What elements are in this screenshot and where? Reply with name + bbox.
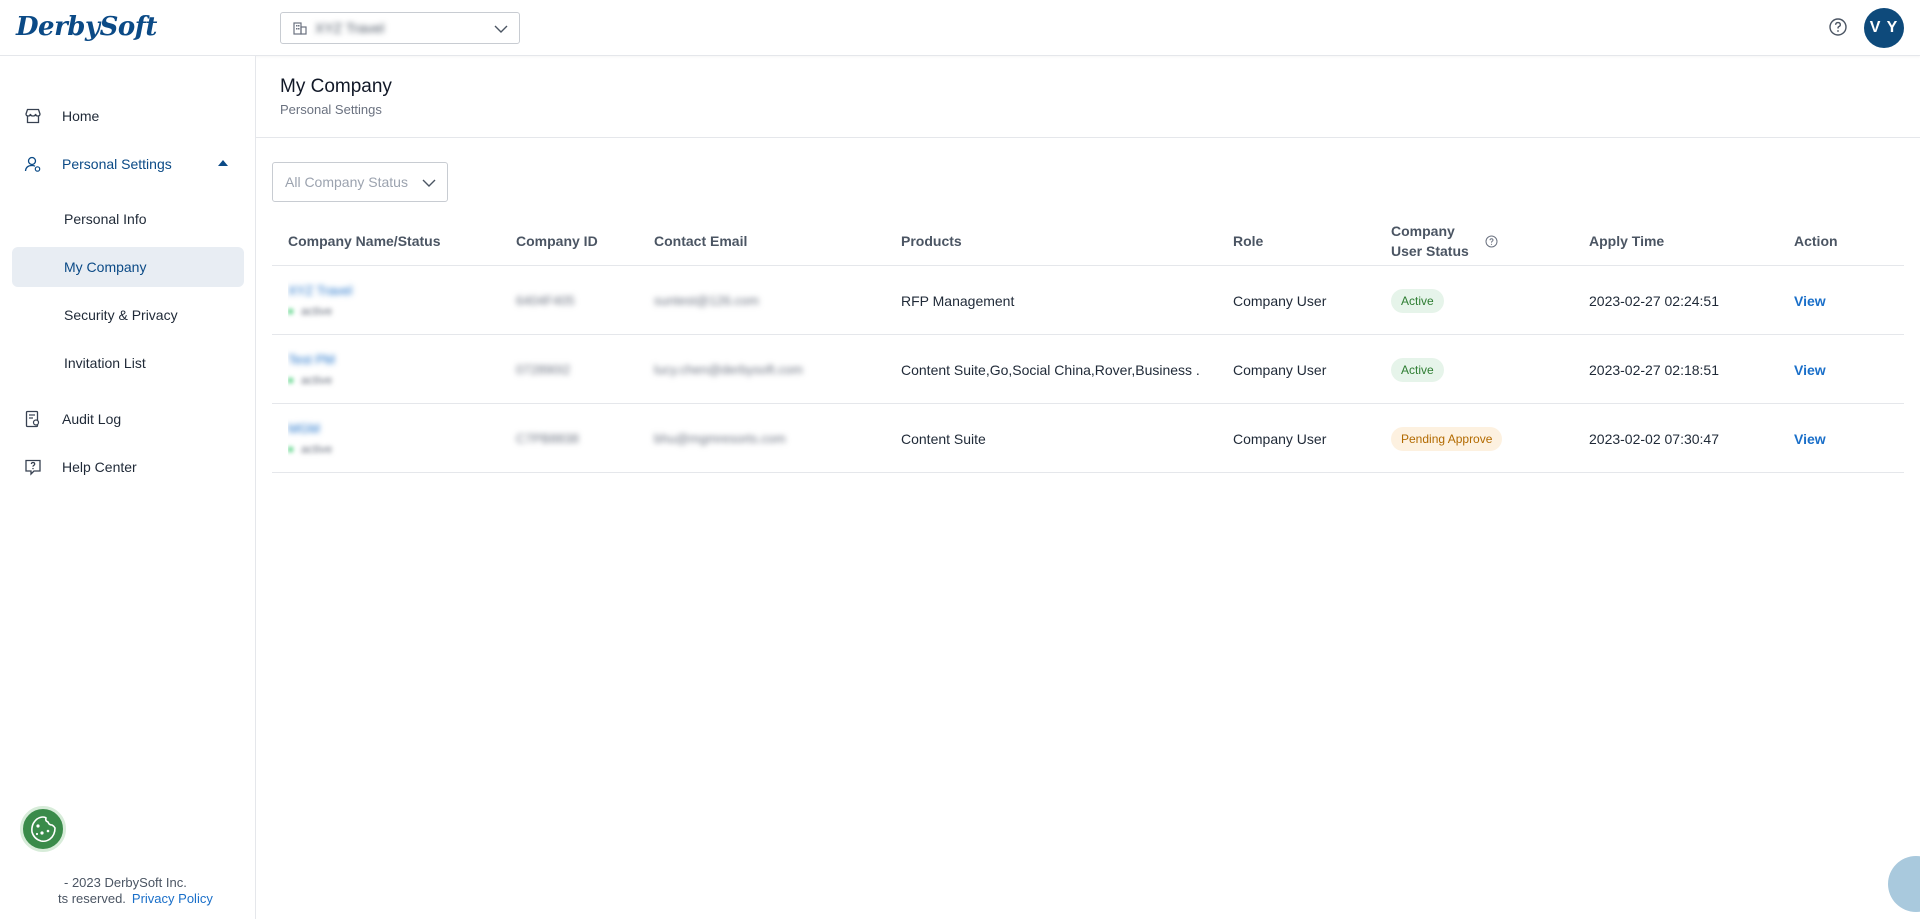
sidebar-item-personal-info[interactable]: Personal Info — [12, 199, 244, 239]
rights-text: ts reserved. — [58, 891, 126, 906]
contact-email: lucy.chen@derbysoft.com — [654, 362, 803, 377]
company-table: Company Name/Status Company ID Contact E… — [272, 216, 1904, 473]
sidebar-item-invitation-list[interactable]: Invitation List — [12, 343, 244, 383]
col-header-products: Products — [901, 233, 962, 249]
col-header-action: Action — [1794, 233, 1838, 249]
derbysoft-logo[interactable]: DerbySoft — [16, 12, 157, 42]
main-content: My Company Personal Settings All Company… — [256, 56, 1920, 919]
company-name-link[interactable]: MGM — [288, 421, 320, 436]
company-status-text: active — [301, 442, 333, 456]
sidebar-item-security-privacy[interactable]: Security & Privacy — [12, 295, 244, 335]
role: Company User — [1233, 430, 1327, 447]
role: Company User — [1233, 292, 1327, 309]
company-status-text: active — [301, 373, 333, 387]
company-id: 6404F405 — [516, 293, 575, 308]
company-status-text: active — [301, 304, 333, 318]
table-header: Company Name/Status Company ID Contact E… — [272, 216, 1904, 266]
user-status-header-text: Company User Status — [1391, 221, 1469, 261]
help-question-icon[interactable] — [1828, 17, 1848, 37]
view-link[interactable]: View — [1794, 431, 1826, 447]
privacy-policy-link[interactable]: Privacy Policy — [132, 891, 213, 906]
sidebar-item-my-company[interactable]: My Company — [12, 247, 244, 287]
col-header-role: Role — [1233, 233, 1264, 249]
status-dot — [288, 308, 293, 314]
audit-log-icon — [25, 410, 40, 428]
apply-time: 2023-02-27 02:18:51 — [1589, 361, 1719, 378]
status-dot — [288, 446, 293, 452]
sidebar-item-label: Audit Log — [62, 411, 122, 427]
col-header-contact-email: Contact Email — [654, 233, 748, 249]
user-avatar[interactable]: V Y — [1864, 8, 1904, 48]
view-link[interactable]: View — [1794, 293, 1826, 309]
company-name-status: XYZ Travel active — [288, 266, 498, 335]
info-question-icon[interactable] — [1485, 235, 1498, 248]
status-dot — [288, 377, 293, 383]
status-badge: Active — [1391, 288, 1444, 313]
company-switcher-select[interactable]: XYZ Travel — [280, 12, 520, 44]
products: Content Suite,Go,Social China,Rover,Busi… — [901, 361, 1201, 378]
building-icon — [293, 22, 307, 35]
page-header: My Company Personal Settings — [256, 56, 1920, 138]
user-status-header-line2: User Status — [1391, 243, 1469, 259]
col-header-company-id: Company ID — [516, 233, 598, 249]
col-header-name-status: Company Name/Status — [288, 233, 441, 249]
company-status-filter[interactable]: All Company Status — [272, 162, 448, 202]
company-id: 072890I2 — [516, 362, 571, 377]
cookie-settings-button[interactable] — [20, 806, 66, 852]
top-bar: DerbySoft XYZ Travel V Y — [0, 0, 1920, 56]
company-id: C7PB8838 — [516, 431, 579, 446]
view-link[interactable]: View — [1794, 362, 1826, 378]
company-name-status: MGM active — [288, 404, 498, 473]
action-cell: View — [1794, 335, 1874, 404]
table-row: XYZ Travel active 6404F405 suntest@126.c… — [272, 266, 1904, 335]
copyright-text: - 2023 DerbySoft Inc. — [64, 875, 187, 890]
action-cell: View — [1794, 266, 1874, 335]
contact-email: suntest@126.com — [654, 293, 759, 308]
help-center-icon — [25, 459, 41, 476]
company-switcher-value: XYZ Travel — [315, 20, 385, 36]
company-name-status: Test PM active — [288, 335, 498, 404]
action-cell: View — [1794, 404, 1874, 473]
chevron-down-icon — [494, 25, 508, 33]
rights-line: ts reserved. Privacy Policy — [58, 891, 213, 906]
user-status-header-line1: Company — [1391, 223, 1455, 239]
company-status-filter-placeholder: All Company Status — [285, 174, 408, 190]
company-status: active — [288, 442, 332, 456]
user-settings-icon — [24, 156, 41, 172]
user-status: Active — [1391, 335, 1571, 404]
apply-time: 2023-02-27 02:24:51 — [1589, 292, 1719, 309]
company-status: active — [288, 373, 332, 387]
col-header-user-status: Company User Status — [1391, 216, 1498, 266]
page-breadcrumb: Personal Settings — [280, 102, 382, 117]
company-status: active — [288, 304, 332, 318]
table-row: MGM active C7PB8838 bhu@mgmresorts.com C… — [272, 404, 1904, 473]
sidebar-item-home[interactable]: Home — [12, 96, 244, 136]
products: Content Suite — [901, 430, 986, 447]
sidebar-item-label: Help Center — [62, 459, 137, 475]
table-row: Test PM active 072890I2 lucy.chen@derbys… — [272, 335, 1904, 404]
page-title: My Company — [280, 76, 392, 97]
sidebar-footer: - 2023 DerbySoft Inc. ts reserved. Privac… — [0, 869, 256, 919]
chevron-down-icon — [422, 179, 436, 187]
user-status: Pending Approve — [1391, 404, 1571, 473]
sidebar-item-personal-settings[interactable]: Personal Settings — [12, 144, 244, 184]
cookie-icon — [31, 816, 56, 843]
sidebar-item-help-center[interactable]: Help Center — [12, 447, 244, 487]
role: Company User — [1233, 361, 1327, 378]
sidebar-item-label: Home — [62, 108, 100, 124]
sidebar: Home Personal Settings Personal Info My … — [0, 56, 256, 919]
apply-time: 2023-02-02 07:30:47 — [1589, 430, 1719, 447]
sidebar-item-audit-log[interactable]: Audit Log — [12, 399, 244, 439]
contact-email: bhu@mgmresorts.com — [654, 431, 786, 446]
caret-up-icon — [218, 160, 228, 166]
products: RFP Management — [901, 292, 1015, 309]
status-badge: Active — [1391, 357, 1444, 382]
company-name-link[interactable]: XYZ Travel — [288, 283, 352, 298]
home-store-icon — [25, 108, 41, 124]
company-name-link[interactable]: Test PM — [288, 352, 335, 367]
status-badge: Pending Approve — [1391, 426, 1503, 451]
user-status: Active — [1391, 266, 1571, 335]
sidebar-item-label: Personal Settings — [62, 156, 172, 172]
col-header-apply-time: Apply Time — [1589, 233, 1665, 249]
